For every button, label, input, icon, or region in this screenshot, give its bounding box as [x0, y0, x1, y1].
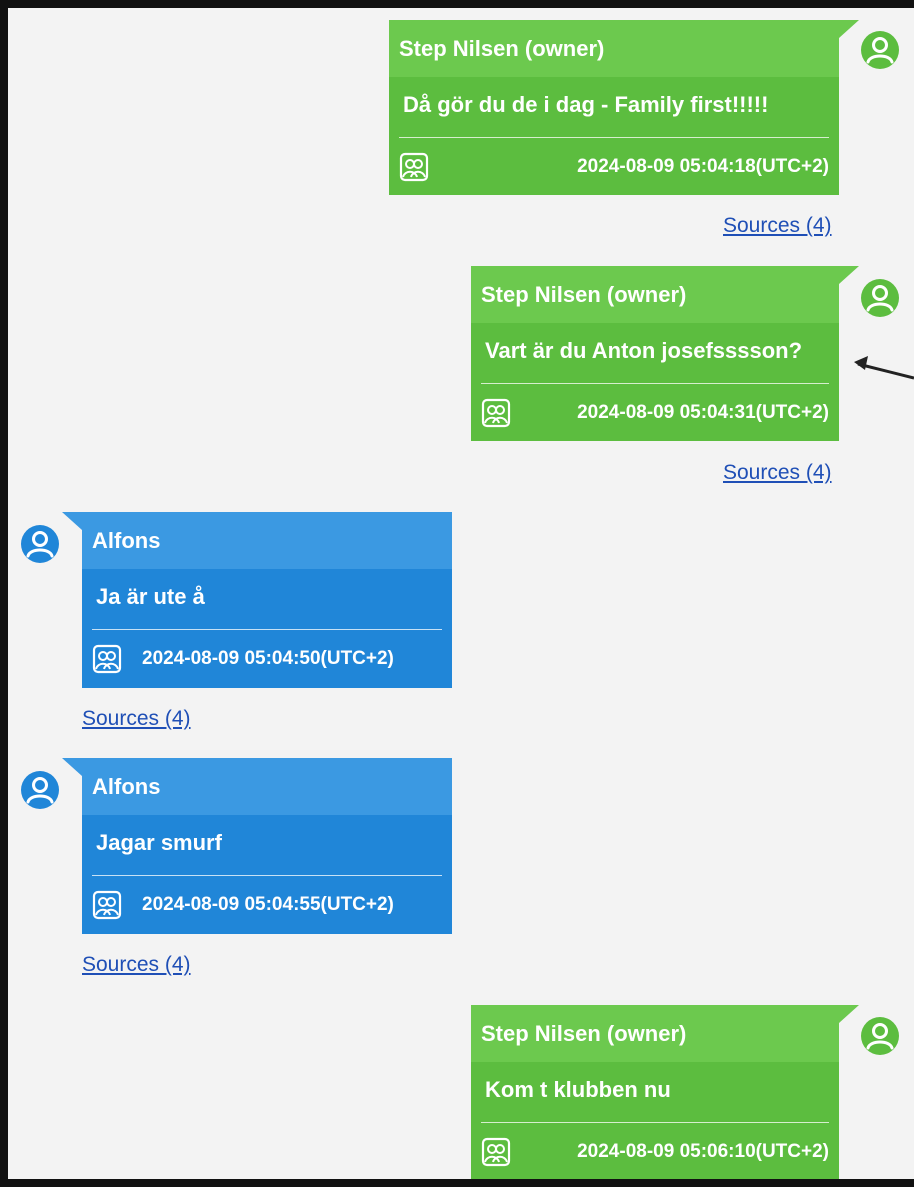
arrow-left-icon — [854, 356, 914, 380]
contacts-icon — [399, 152, 429, 182]
sender-name: Alfons — [82, 512, 452, 569]
sender-avatar — [861, 1017, 899, 1055]
sources-link[interactable]: Sources (4) — [723, 214, 832, 238]
message-bubble: Alfons Ja är ute å 2024-08-09 05:04:50(U… — [62, 512, 452, 688]
contacts-icon — [481, 1137, 511, 1167]
user-icon — [21, 771, 59, 809]
sender-avatar — [21, 525, 59, 563]
sender-avatar — [21, 771, 59, 809]
sender-avatar — [861, 279, 899, 317]
message-text: Ja är ute å — [96, 584, 205, 609]
sender-name: Step Nilsen (owner) — [471, 266, 839, 323]
sender-name: Step Nilsen (owner) — [471, 1005, 839, 1062]
sender-avatar — [861, 31, 899, 69]
sources-link[interactable]: Sources (4) — [82, 953, 191, 977]
sources-link[interactable]: Sources (4) — [723, 461, 832, 485]
contacts-icon — [92, 890, 122, 920]
user-icon — [861, 31, 899, 69]
message-bubble: Step Nilsen (owner) Då gör du de i dag -… — [389, 20, 859, 195]
message-timestamp: 2024-08-09 05:04:50(UTC+2) — [142, 647, 394, 669]
sender-name: Alfons — [82, 758, 452, 815]
message-text: Kom t klubben nu — [485, 1077, 671, 1102]
message-timestamp: 2024-08-09 05:04:31(UTC+2) — [577, 401, 829, 423]
message-timestamp: 2024-08-09 05:04:18(UTC+2) — [577, 155, 829, 177]
contacts-icon — [92, 644, 122, 674]
message-text: Vart är du Anton josefsssson? — [485, 338, 803, 363]
sources-link[interactable]: Sources (4) — [82, 707, 191, 731]
user-icon — [861, 279, 899, 317]
message-bubble: Step Nilsen (owner) Kom t klubben nu 202… — [471, 1005, 859, 1180]
message-timestamp: 2024-08-09 05:06:10(UTC+2) — [577, 1140, 829, 1162]
user-icon — [21, 525, 59, 563]
user-icon — [861, 1017, 899, 1055]
sender-name: Step Nilsen (owner) — [389, 20, 839, 77]
message-timestamp: 2024-08-09 05:04:55(UTC+2) — [142, 893, 394, 915]
contacts-icon — [481, 398, 511, 428]
message-bubble: Step Nilsen (owner) Vart är du Anton jos… — [471, 266, 859, 441]
message-text: Då gör du de i dag - Family first!!!!! — [403, 92, 769, 117]
message-text: Jagar smurf — [96, 830, 222, 855]
message-bubble: Alfons Jagar smurf 2024-08-09 05:04:55(U… — [62, 758, 452, 934]
